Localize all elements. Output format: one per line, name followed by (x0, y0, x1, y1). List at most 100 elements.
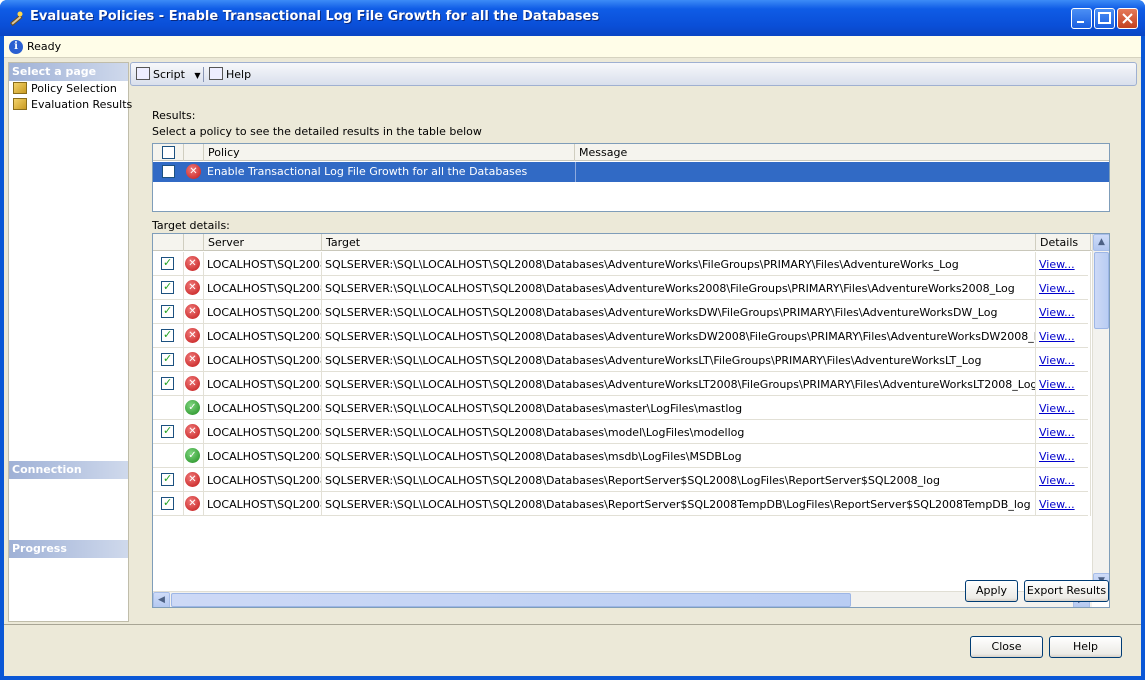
view-details-link[interactable]: View... (1039, 498, 1075, 511)
window-title: Evaluate Policies - Enable Transactional… (30, 9, 600, 24)
check-cell (153, 444, 184, 468)
page-label: Evaluation Results (31, 98, 133, 111)
target-cell: SQLSERVER:\SQL\LOCALHOST\SQL2008\Databas… (322, 300, 1036, 324)
status-cell: ✓ (184, 444, 204, 468)
table-row[interactable]: ✕ LOCALHOST\SQL2008SQLSERVER:\SQL\LOCALHO… (153, 492, 1091, 516)
row-checkbox[interactable] (161, 352, 174, 366)
row-checkbox[interactable] (161, 280, 174, 294)
results-select-all-header[interactable] (153, 144, 184, 161)
results-grid: Policy Message ✕ Enable Transactional Lo… (152, 143, 1110, 212)
row-checkbox[interactable] (162, 165, 175, 178)
column-header-details[interactable]: Details (1036, 234, 1091, 251)
help-toolbar-button[interactable]: Help (209, 67, 251, 81)
vertical-scroll-thumb[interactable] (1094, 252, 1109, 329)
row-checkbox[interactable] (161, 472, 174, 486)
view-details-link[interactable]: View... (1039, 282, 1075, 295)
results-row-selected[interactable]: ✕ Enable Transactional Log File Growth f… (153, 162, 1109, 182)
details-cell: View... (1036, 276, 1091, 300)
page-icon (13, 98, 27, 110)
check-cell (153, 468, 184, 492)
column-divider (575, 162, 576, 182)
check-cell (153, 420, 184, 444)
export-results-button[interactable]: Export Results (1024, 580, 1109, 602)
scroll-up-button[interactable]: ▲ (1093, 234, 1109, 251)
status-cell: ✕ (184, 348, 204, 372)
check-cell (153, 276, 184, 300)
script-button[interactable]: Script ▼ (136, 67, 201, 81)
title-bar[interactable]: Evaluate Policies - Enable Transactional… (0, 0, 1145, 36)
view-details-link[interactable]: View... (1039, 306, 1075, 319)
row-checkbox[interactable] (161, 424, 174, 438)
table-row[interactable]: ✕ LOCALHOST\SQL2008SQLSERVER:\SQL\LOCALHO… (153, 276, 1091, 300)
horizontal-scroll-thumb[interactable] (171, 593, 851, 607)
script-label: Script (153, 68, 185, 81)
error-icon: ✕ (185, 304, 200, 319)
check-cell (153, 324, 184, 348)
column-header-policy[interactable]: Policy (204, 144, 575, 161)
row-checkbox[interactable] (161, 304, 174, 318)
row-checkbox[interactable] (161, 256, 174, 270)
page-label: Policy Selection (31, 82, 117, 95)
view-details-link[interactable]: View... (1039, 474, 1075, 487)
divider (4, 624, 1141, 625)
table-row[interactable]: ✕ LOCALHOST\SQL2008SQLSERVER:\SQL\LOCALHO… (153, 324, 1091, 348)
horizontal-scrollbar[interactable]: ◀ ▶ (153, 591, 1092, 607)
maximize-button[interactable] (1094, 8, 1115, 29)
row-checkbox[interactable] (161, 328, 174, 342)
left-panel: Select a page Policy Selection Evaluatio… (8, 62, 132, 622)
page-icon (13, 82, 27, 94)
status-bar: i Ready (4, 36, 1141, 58)
target-cell: SQLSERVER:\SQL\LOCALHOST\SQL2008\Databas… (322, 324, 1036, 348)
table-row[interactable]: ✕ LOCALHOST\SQL2008SQLSERVER:\SQL\LOCALHO… (153, 300, 1091, 324)
server-cell: LOCALHOST\SQL2008 (204, 444, 322, 468)
view-details-link[interactable]: View... (1039, 426, 1075, 439)
row-checkbox[interactable] (161, 496, 174, 510)
apply-button[interactable]: Apply (965, 580, 1018, 602)
status-cell: ✕ (184, 420, 204, 444)
view-details-link[interactable]: View... (1039, 378, 1075, 391)
page-evaluation-results[interactable]: Evaluation Results (13, 98, 132, 113)
table-row[interactable]: ✕ LOCALHOST\SQL2008SQLSERVER:\SQL\LOCALHO… (153, 420, 1091, 444)
target-cell: SQLSERVER:\SQL\LOCALHOST\SQL2008\Databas… (322, 420, 1036, 444)
minimize-button[interactable] (1071, 8, 1092, 29)
scroll-left-button[interactable]: ◀ (153, 592, 170, 607)
target-check-header (153, 234, 184, 251)
row-checkbox[interactable] (161, 376, 174, 390)
maximize-icon (1098, 12, 1111, 24)
policy-name: Enable Transactional Log File Growth for… (207, 165, 528, 178)
toolbar-separator (203, 67, 204, 82)
view-details-link[interactable]: View... (1039, 450, 1075, 463)
table-row[interactable]: ✕ LOCALHOST\SQL2008SQLSERVER:\SQL\LOCALHO… (153, 252, 1091, 276)
error-icon: ✕ (186, 164, 201, 179)
close-button[interactable]: Close (970, 636, 1043, 658)
vertical-scrollbar[interactable]: ▲ ▼ (1092, 234, 1109, 592)
status-cell: ✕ (184, 252, 204, 276)
details-cell: View... (1036, 468, 1091, 492)
target-cell: SQLSERVER:\SQL\LOCALHOST\SQL2008\Databas… (322, 396, 1036, 420)
select-all-checkbox[interactable] (162, 146, 175, 159)
error-icon: ✕ (185, 496, 200, 511)
view-details-link[interactable]: View... (1039, 258, 1075, 271)
status-cell: ✕ (184, 372, 204, 396)
view-details-link[interactable]: View... (1039, 330, 1075, 343)
details-cell: View... (1036, 492, 1091, 516)
help-label: Help (226, 68, 252, 81)
view-details-link[interactable]: View... (1039, 354, 1075, 367)
close-window-button[interactable] (1117, 8, 1138, 29)
details-cell: View... (1036, 324, 1091, 348)
table-row[interactable]: ✕ LOCALHOST\SQL2008SQLSERVER:\SQL\LOCALHO… (153, 372, 1091, 396)
details-cell: View... (1036, 396, 1091, 420)
table-row[interactable]: ✓ LOCALHOST\SQL2008 SQLSERVER:\SQL\LOCALHO… (153, 396, 1091, 420)
target-cell: SQLSERVER:\SQL\LOCALHOST\SQL2008\Databas… (322, 252, 1036, 276)
column-header-server[interactable]: Server (204, 234, 322, 251)
table-row[interactable]: ✕ LOCALHOST\SQL2008SQLSERVER:\SQL\LOCALHO… (153, 348, 1091, 372)
column-header-message[interactable]: Message (575, 144, 1109, 161)
table-row[interactable]: ✕ LOCALHOST\SQL2008SQLSERVER:\SQL\LOCALHO… (153, 468, 1091, 492)
table-row[interactable]: ✓ LOCALHOST\SQL2008 SQLSERVER:\SQL\LOCALHO… (153, 444, 1091, 468)
column-header-target[interactable]: Target (322, 234, 1036, 251)
view-details-link[interactable]: View... (1039, 402, 1075, 415)
help-button[interactable]: Help (1049, 636, 1122, 658)
close-icon (1122, 13, 1133, 24)
status-cell: ✕ (184, 324, 204, 348)
page-policy-selection[interactable]: Policy Selection (13, 82, 117, 97)
